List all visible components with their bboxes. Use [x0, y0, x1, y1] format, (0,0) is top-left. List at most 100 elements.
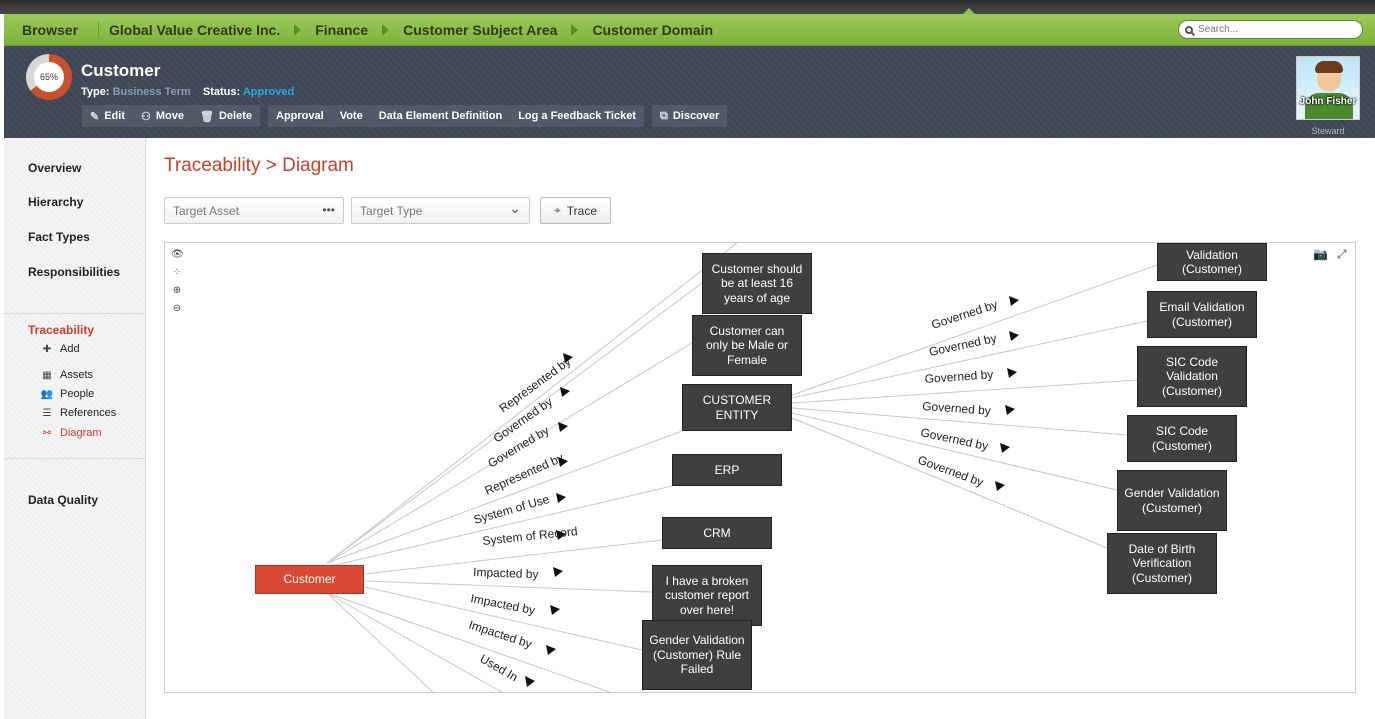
people-label: People — [60, 388, 95, 400]
node-sic-validation[interactable]: SIC Code Validation (Customer) — [1137, 346, 1247, 407]
arrow-icon — [1009, 296, 1019, 306]
asset-header: 65% Customer Type: Business Term Status:… — [4, 46, 1375, 138]
table-icon: ▦ — [42, 369, 52, 381]
target-type-select[interactable]: Target Type ⌄ — [351, 197, 530, 224]
edge-line — [364, 580, 653, 593]
node-broken-report[interactable]: I have a broken customer report over her… — [652, 565, 762, 626]
arrow-icon — [1005, 405, 1015, 415]
discover-button[interactable]: ⧉ Discover — [652, 105, 727, 127]
trace-label: Trace — [566, 203, 597, 218]
sidebar-item-responsibilities[interactable]: Responsibilities — [28, 265, 120, 279]
edge-label: Governed by — [928, 331, 998, 359]
edge-line — [326, 592, 503, 692]
diagram-icon: ⚯ — [42, 427, 52, 439]
vote-button[interactable]: Vote — [332, 105, 371, 127]
breadcrumb-item-finance[interactable]: Finance — [305, 22, 378, 38]
arrow-icon — [556, 493, 566, 503]
assets-label: Assets — [60, 369, 94, 381]
chevron-right-icon — [571, 23, 579, 36]
sidebar-sub-assets[interactable]: ▦ Assets — [40, 369, 93, 381]
arrow-icon — [550, 605, 560, 615]
edge-label: Governed by — [924, 367, 994, 386]
node-sic-code[interactable]: SIC Code (Customer) — [1127, 415, 1237, 462]
arrow-icon — [560, 387, 570, 397]
sidebar-item-hierarchy[interactable]: Hierarchy — [28, 195, 83, 209]
breadcrumb-item-subject-area[interactable]: Customer Subject Area — [393, 22, 567, 38]
search-box[interactable] — [1178, 20, 1363, 39]
visibility-icon[interactable]: 👁 — [171, 249, 184, 260]
search-input[interactable] — [1198, 24, 1348, 35]
edit-group: ✎ Edit ⚇ Move 🗑 Delete — [82, 105, 260, 127]
arrow-icon — [546, 645, 556, 655]
asset-title: Customer — [81, 61, 161, 80]
breadcrumb-item-community[interactable]: Global Value Creative Inc. — [99, 22, 290, 38]
edit-label: Edit — [104, 110, 125, 122]
steward-card[interactable]: John Fisher Steward — [1296, 56, 1360, 136]
sidebar-item-overview[interactable]: Overview — [28, 161, 81, 175]
arrow-icon — [558, 422, 568, 432]
zoom-in-icon[interactable]: ⊕ — [171, 285, 183, 296]
sidebar-sub-people[interactable]: 👥 People — [40, 388, 95, 400]
sidebar-item-fact-types[interactable]: Fact Types — [28, 230, 90, 244]
plus-icon: ✚ — [42, 343, 52, 355]
target-asset-field[interactable]: Target Asset ••• — [164, 197, 344, 224]
trace-button[interactable]: ⌖ Trace — [540, 197, 611, 224]
sidebar-item-data-quality[interactable]: Data Quality — [28, 493, 98, 507]
node-age-rule[interactable]: Customer should be at least 16 years of … — [702, 253, 812, 314]
feedback-ticket-button[interactable]: Log a Feedback Ticket — [510, 105, 644, 127]
node-gender-rule[interactable]: Customer can only be Male or Female — [692, 315, 802, 376]
pencil-icon: ✎ — [90, 110, 100, 123]
node-customer[interactable]: Customer — [255, 565, 364, 594]
arrow-icon — [1007, 368, 1017, 378]
layout-icon[interactable]: ⁘ — [171, 267, 183, 278]
expand-icon[interactable]: ⤢ — [1337, 247, 1347, 262]
edge-line — [326, 243, 738, 564]
edge-label: Governed by — [930, 297, 1000, 332]
move-button[interactable]: ⚇ Move — [133, 105, 192, 127]
edge-line — [326, 485, 673, 568]
type-value[interactable]: Business Term — [113, 86, 191, 98]
more-icon[interactable]: ••• — [322, 203, 335, 217]
data-element-definition-button[interactable]: Data Element Definition — [371, 105, 510, 127]
node-dob-verification[interactable]: Date of Birth Verification (Customer) — [1107, 533, 1217, 594]
steward-role: Steward — [1311, 126, 1345, 136]
camera-icon[interactable]: 📷 — [1313, 247, 1328, 261]
arrow-icon — [553, 567, 563, 577]
node-customer-entity[interactable]: CUSTOMER ENTITY — [682, 384, 792, 431]
search-icon — [1185, 25, 1193, 34]
discover-label: Discover — [672, 110, 720, 122]
node-gender-validation[interactable]: Gender Validation (Customer) — [1117, 470, 1227, 531]
crosshair-icon: ⌖ — [554, 203, 561, 217]
edge-line — [326, 592, 611, 692]
edit-button[interactable]: ✎ Edit — [82, 105, 133, 127]
arrow-icon — [995, 481, 1005, 491]
sidebar-sub-add[interactable]: ✚ Add — [40, 343, 80, 355]
people-icon: 👥 — [40, 388, 54, 400]
breadcrumb-item-domain[interactable]: Customer Domain — [582, 22, 723, 38]
discover-icon: ⧉ — [659, 109, 668, 122]
target-asset-placeholder: Target Asset — [173, 203, 240, 218]
avatar[interactable]: John Fisher — [1296, 56, 1360, 120]
browser-link[interactable]: Browser — [4, 21, 100, 38]
node-crm[interactable]: CRM — [662, 517, 772, 549]
top-strip — [0, 0, 1375, 15]
chevron-right-icon — [382, 23, 390, 36]
node-email-validation[interactable]: Email Validation (Customer) — [1147, 291, 1257, 338]
sidebar-sub-references[interactable]: ☰ References — [40, 407, 117, 419]
asset-toolbar: ✎ Edit ⚇ Move 🗑 Delete Approval Vote Data E… — [82, 105, 735, 127]
status-value: Approved — [242, 86, 295, 98]
zoom-out-icon[interactable]: ⊖ — [171, 303, 183, 314]
approval-button[interactable]: Approval — [268, 105, 332, 127]
node-gender-failed[interactable]: Gender Validation (Customer) Rule Failed — [642, 620, 752, 690]
hierarchy-icon: ⚇ — [141, 110, 151, 123]
add-label: Add — [60, 343, 80, 355]
arrow-icon — [525, 676, 535, 687]
sidebar-sub-diagram[interactable]: ⚯ Diagram — [40, 427, 102, 439]
node-validation[interactable]: Validation (Customer) — [1157, 243, 1267, 281]
sidebar-item-traceability[interactable]: Traceability — [28, 323, 94, 337]
diagram-canvas[interactable]: Represented by Governed by Governed by R… — [164, 242, 1356, 693]
node-erp[interactable]: ERP — [672, 454, 782, 486]
delete-button[interactable]: 🗑 Delete — [192, 105, 260, 127]
status-label: Status: — [202, 86, 241, 98]
move-label: Move — [155, 110, 184, 122]
